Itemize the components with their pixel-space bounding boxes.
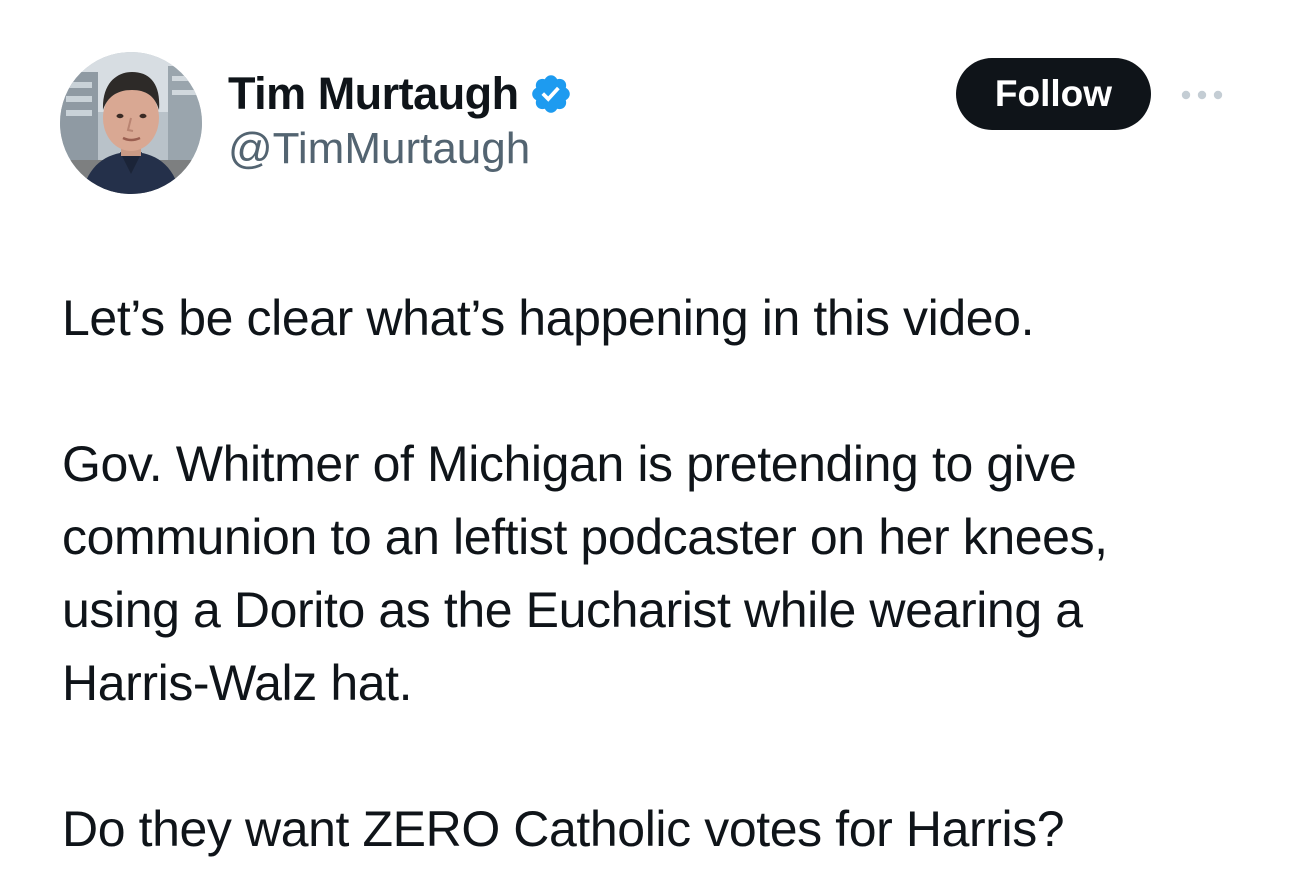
tweet-card: Tim Murtaugh @TimMurtaugh Follow Let’s b… [0, 0, 1290, 882]
verified-badge-icon[interactable] [529, 72, 573, 116]
author-display-name[interactable]: Tim Murtaugh [228, 68, 519, 120]
tweet-paragraph: Gov. Whitmer of Michigan is pretending t… [62, 436, 1108, 711]
tweet-text: Let’s be clear what’s happening in this … [62, 282, 1262, 866]
tweet-paragraph: Let’s be clear what’s happening in this … [62, 290, 1035, 346]
more-options-icon[interactable] [1176, 78, 1228, 112]
tweet-paragraph: Do they want ZERO Catholic votes for Har… [62, 801, 1065, 857]
avatar-photo-icon [60, 52, 202, 194]
author-info: Tim Murtaugh @TimMurtaugh [228, 66, 573, 174]
author-handle[interactable]: @TimMurtaugh [228, 124, 573, 174]
follow-button[interactable]: Follow [956, 58, 1151, 130]
author-avatar[interactable] [60, 52, 202, 194]
display-name-row: Tim Murtaugh [228, 66, 573, 122]
